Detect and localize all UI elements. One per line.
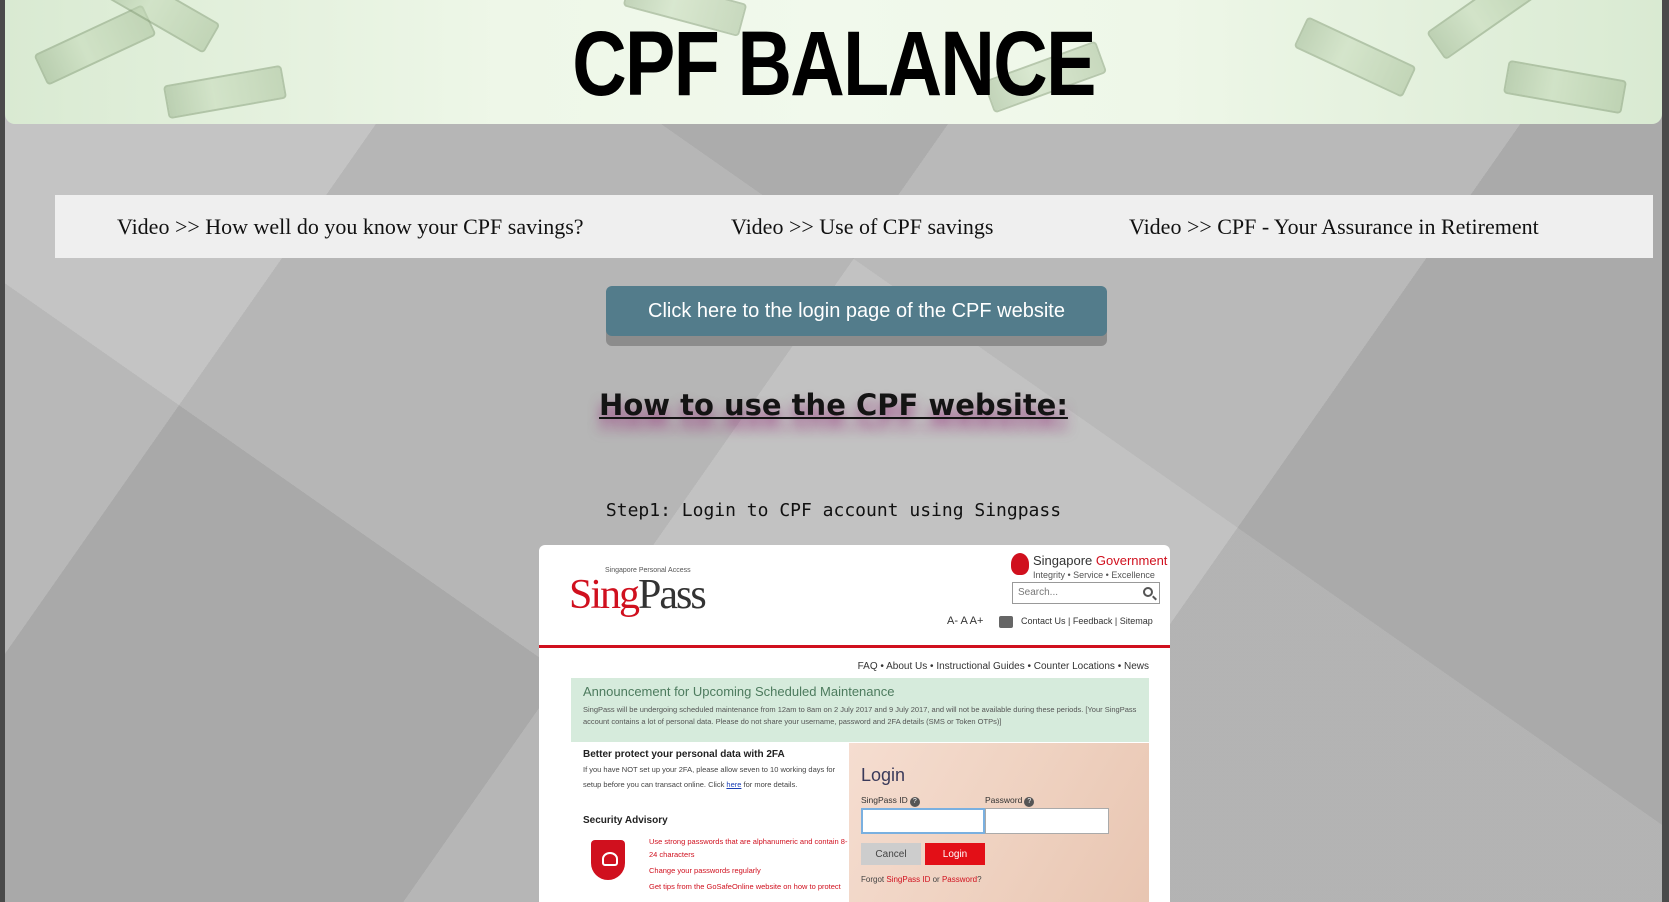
singpass-search-box: Search... (1012, 582, 1160, 604)
gov-tagline: Integrity • Service • Excellence (1033, 570, 1155, 580)
help-icon: ? (1024, 797, 1035, 807)
step1-caption: Step1: Login to CPF account using Singpa… (605, 500, 1062, 521)
announcement-title: Announcement for Upcoming Scheduled Main… (583, 684, 895, 699)
maintenance-announcement: Announcement for Upcoming Scheduled Main… (571, 678, 1149, 742)
nav-link-use-of-cpf-savings[interactable]: Video >> Use of CPF savings (731, 214, 993, 240)
gov-name: Singapore Government (1033, 553, 1168, 568)
security-tips: Use strong passwords that are alphanumer… (649, 835, 849, 896)
print-icon (999, 616, 1013, 628)
singpass-login-box: Login SingPass ID? Password? Cancel Logi… (849, 743, 1149, 902)
password-field-image (985, 808, 1109, 834)
security-tip: Get tips from the GoSafeOnline website o… (649, 882, 841, 891)
security-advisory-title: Security Advisory (583, 815, 668, 826)
password-label: Password? (985, 795, 1035, 807)
login-title: Login (861, 765, 906, 785)
how-to-heading: How to use the CPF website: (599, 388, 1068, 422)
security-shield-icon (591, 840, 625, 880)
search-placeholder: Search... (1018, 587, 1059, 598)
search-icon (1143, 587, 1153, 597)
singpass-top-links: Contact Us | Feedback | Sitemap (1021, 616, 1153, 626)
singpass-id-field-image (861, 808, 985, 834)
singpass-screenshot: Singapore Personal Access SingPass Singa… (539, 545, 1170, 902)
nav-link-assurance-in-retirement[interactable]: Video >> CPF - Your Assurance in Retirem… (1129, 214, 1539, 240)
singpass-logo: SingPass (569, 572, 707, 618)
singpass-id-label: SingPass ID? (861, 795, 920, 807)
forgot-credentials-text: Forgot SingPass ID or Password? (861, 875, 982, 884)
header-banner: CPF BALANCE (5, 0, 1662, 124)
protect-2fa-body: If you have NOT set up your 2FA, please … (583, 765, 836, 789)
lion-head-icon (1011, 553, 1029, 575)
page: CPF BALANCE Video >> How well do you kno… (5, 0, 1662, 902)
nav-link-know-cpf-savings[interactable]: Video >> How well do you know your CPF s… (117, 214, 584, 240)
singpass-menu: FAQ • About Us • Instructional Guides • … (857, 661, 1149, 672)
font-size-controls: A- A A+ (947, 615, 984, 627)
page-title: CPF BALANCE (572, 13, 1096, 115)
security-tip: Use strong passwords that are alphanumer… (649, 837, 848, 859)
banknote-decoration (1502, 59, 1628, 115)
cancel-button-image: Cancel (861, 843, 921, 865)
cpf-login-link-button[interactable]: Click here to the login page of the CPF … (606, 286, 1107, 336)
singpass-header-divider (539, 645, 1170, 648)
login-button-image: Login (925, 843, 985, 865)
help-icon: ? (909, 797, 920, 807)
announcement-body: SingPass will be undergoing scheduled ma… (583, 705, 1137, 726)
security-tip: Change your passwords regularly (649, 866, 761, 875)
protect-2fa-section: Better protect your personal data with 2… (583, 749, 853, 792)
protect-2fa-title: Better protect your personal data with 2… (583, 749, 785, 760)
video-nav-bar: Video >> How well do you know your CPF s… (55, 195, 1653, 258)
